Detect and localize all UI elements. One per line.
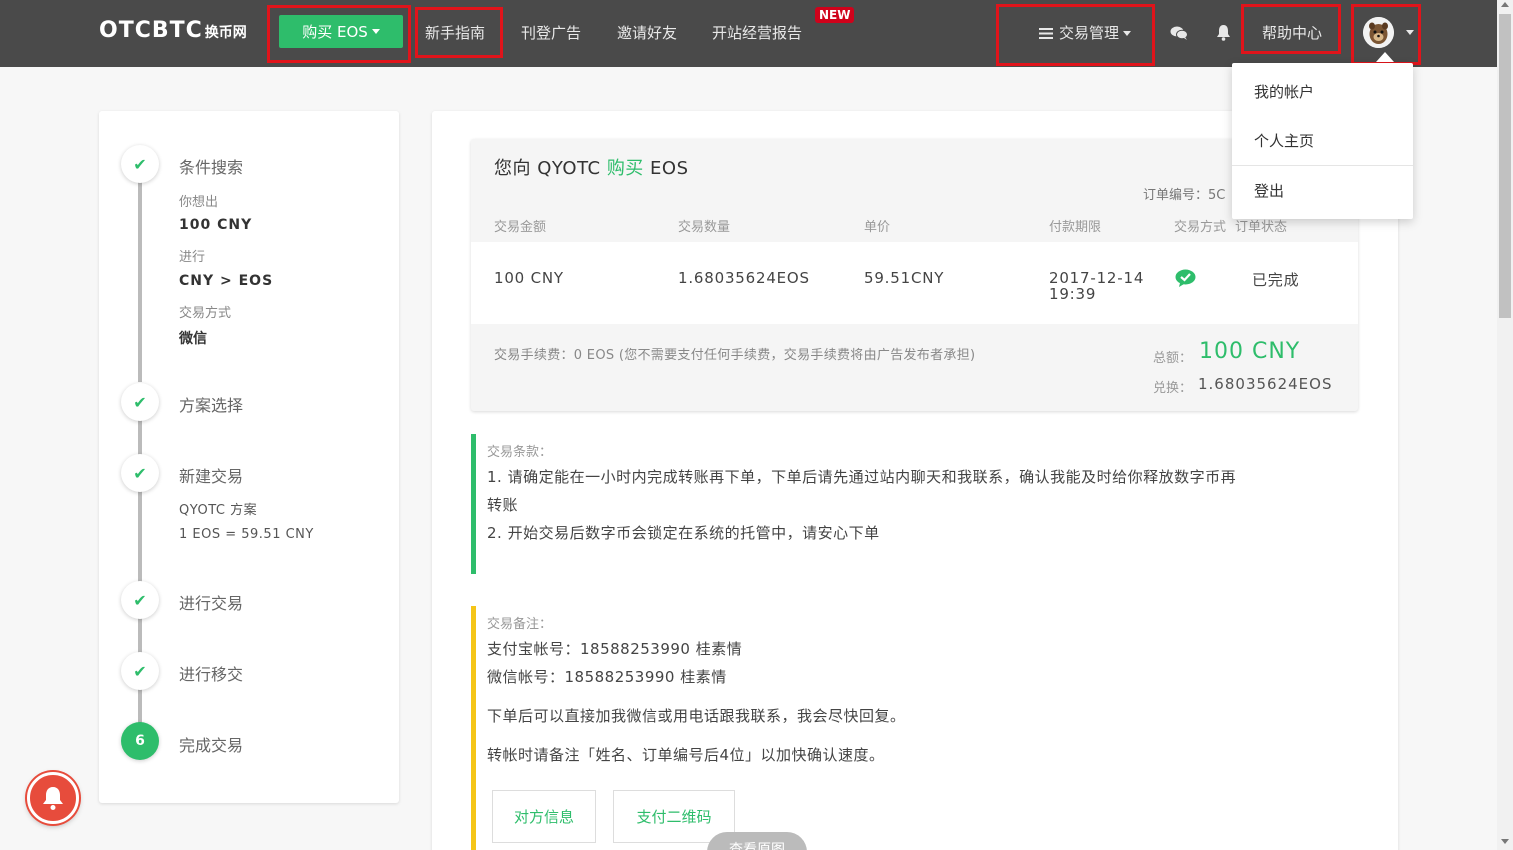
terms-line: 1. 请确定能在一小时内完成转账再下单，下单后请先通过站内聊天和我联系，确认我能… <box>487 468 1237 486</box>
total-label: 总额： <box>1153 351 1193 366</box>
check-icon: ✔ <box>121 383 159 421</box>
terms-section <box>471 434 1358 574</box>
check-icon: ✔ <box>121 454 159 492</box>
step-title: 新建交易 <box>179 467 244 486</box>
step-label: 进行 <box>179 250 206 265</box>
total-value: 100 CNY <box>1199 339 1301 364</box>
terms-line: 2. 开始交易后数字币会锁定在系统的托管中，请安心下单 <box>487 524 880 542</box>
view-original-button[interactable]: 查看原图 <box>707 832 807 850</box>
scroll-up-arrow-icon[interactable] <box>1501 2 1509 7</box>
nav-report-link[interactable]: 开站经营报告 <box>712 22 802 43</box>
notes-line: 下单后可以直接加我微信或用电话跟我联系，我会尽快回复。 <box>487 707 906 725</box>
column-header: 交易金额 <box>494 220 547 235</box>
cell-amount: 100 CNY <box>494 269 564 287</box>
order-title: 您向 QYOTC 购买 EOS <box>494 158 689 179</box>
exchange-label: 兑换： <box>1153 381 1193 396</box>
step-title: 进行移交 <box>179 665 244 684</box>
column-header: 单价 <box>864 220 891 235</box>
menu-divider <box>1232 165 1413 166</box>
counterparty-info-button[interactable]: 对方信息 <box>492 790 596 843</box>
step-label: 你想出 <box>179 195 219 210</box>
bell-icon <box>43 787 63 810</box>
step-value: QYOTC 方案 <box>179 503 258 518</box>
terms-line: 转账 <box>487 496 519 514</box>
step-title: 完成交易 <box>179 736 244 755</box>
terms-label: 交易条款： <box>487 445 553 460</box>
nav-invite-link[interactable]: 邀请好友 <box>617 22 677 43</box>
cell-status: 已完成 <box>1252 271 1300 289</box>
highlight-box-help <box>1241 4 1341 54</box>
step-title: 条件搜索 <box>179 158 244 177</box>
new-badge: NEW <box>815 7 855 23</box>
step-value: 100 CNY <box>179 217 253 233</box>
notes-label: 交易备注： <box>487 617 553 632</box>
scrollbar-thumb[interactable] <box>1499 14 1511 318</box>
highlight-box-trade <box>996 4 1155 66</box>
bell-icon[interactable] <box>1216 24 1231 41</box>
check-icon: ✔ <box>121 145 159 183</box>
column-header: 交易方式 <box>1174 220 1227 235</box>
highlight-box-guide <box>415 7 503 58</box>
order-number: 订单编号：5C <box>1143 188 1226 203</box>
notes-line: 转帐时请备注「姓名、订单编号后4位」以加快确认速度。 <box>487 746 885 764</box>
scroll-down-arrow-icon[interactable] <box>1501 839 1509 844</box>
brand-logo[interactable]: OTCBTC 换币网 <box>99 18 247 43</box>
step-value: CNY > EOS <box>179 273 274 289</box>
check-icon: ✔ <box>121 581 159 619</box>
cell-price: 59.51CNY <box>864 269 945 287</box>
step-number-badge: 6 <box>121 722 159 760</box>
step-title: 方案选择 <box>179 396 244 415</box>
nav-post-ad-link[interactable]: 刊登广告 <box>521 22 581 43</box>
menu-item-account[interactable]: 我的帐户 <box>1254 81 1314 102</box>
step-title: 进行交易 <box>179 594 244 613</box>
column-header: 付款期限 <box>1049 220 1102 235</box>
notes-line: 微信帐号：18588253990 桂素情 <box>487 668 727 686</box>
column-header: 交易数量 <box>678 220 731 235</box>
check-icon: ✔ <box>121 652 159 690</box>
fee-note: 交易手续费：0 EOS (您不需要支付任何手续费，交易手续费将由广告发布者承担) <box>494 348 976 363</box>
cell-deadline: 2017-12-14 19:39 <box>1049 269 1145 303</box>
dropdown-arrow <box>1376 52 1394 62</box>
step-connector <box>138 165 142 382</box>
notes-line: 支付宝帐号：18588253990 桂素情 <box>487 640 743 658</box>
step-label: 交易方式 <box>179 306 232 321</box>
step-value: 微信 <box>179 331 207 347</box>
menu-item-profile[interactable]: 个人主页 <box>1254 130 1314 151</box>
wechat-icon <box>1175 269 1196 287</box>
step-value: 1 EOS = 59.51 CNY <box>179 527 314 542</box>
menu-item-logout[interactable]: 登出 <box>1254 180 1284 201</box>
notification-fab-button[interactable] <box>27 772 79 824</box>
chat-icon[interactable] <box>1170 26 1188 40</box>
highlight-box-buy <box>267 5 411 63</box>
exchange-value: 1.68035624EOS <box>1198 375 1333 393</box>
cell-quantity: 1.68035624EOS <box>678 269 810 287</box>
